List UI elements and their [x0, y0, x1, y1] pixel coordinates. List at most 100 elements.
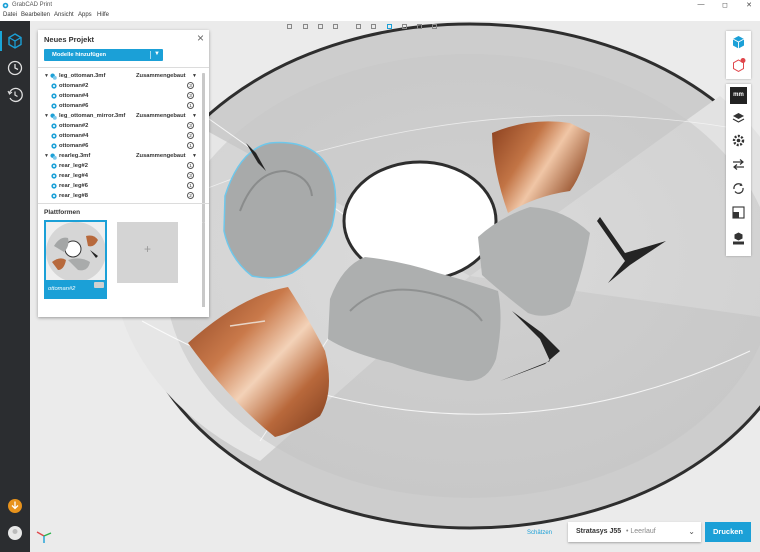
instance-count-badge[interactable]: 1	[187, 162, 194, 169]
tree-item-name: rear_leg#2	[59, 163, 89, 169]
user-avatar-icon[interactable]	[5, 523, 25, 543]
settings-gear-icon[interactable]	[730, 132, 747, 149]
window-title: GrabCAD Print	[12, 2, 53, 8]
instance-count-badge[interactable]: 2	[187, 132, 194, 139]
model-icon	[51, 103, 57, 109]
view-preset-8-icon[interactable]	[402, 24, 407, 29]
layers-icon[interactable]	[730, 110, 747, 127]
tree-item-row[interactable]: rear_leg#2 1	[38, 162, 203, 172]
instance-count-badge[interactable]: 3	[187, 172, 194, 179]
instance-count-badge[interactable]: 3	[187, 82, 194, 89]
tree-item-row[interactable]: rear_leg#6 1	[38, 182, 203, 192]
tree-item-row[interactable]: ottoman#6 1	[38, 142, 203, 152]
view-preset-3-icon[interactable]	[318, 24, 323, 29]
menu-file[interactable]: Datei	[3, 12, 17, 18]
tree-scrollbar[interactable]	[202, 73, 205, 223]
app-logo-icon	[2, 2, 9, 9]
scale-icon[interactable]	[730, 204, 747, 221]
model-icon	[51, 123, 57, 129]
tree-item-row[interactable]: ottoman#2 3	[38, 122, 203, 132]
cube-alert-icon[interactable]	[730, 57, 747, 74]
minimize-button[interactable]: —	[695, 1, 707, 8]
title-bar: GrabCAD Print — ◻ ✕	[0, 0, 760, 11]
button-divider	[150, 51, 151, 59]
active-indicator	[0, 31, 2, 51]
view-preset-1-icon[interactable]	[287, 24, 292, 29]
axes-gizmo-icon	[36, 531, 52, 543]
tree-item-name: ottoman#6	[59, 143, 89, 149]
expand-toggle-icon[interactable]: ▼	[44, 153, 49, 159]
view-preset-6-icon[interactable]	[371, 24, 376, 29]
models-cube-icon[interactable]	[5, 31, 25, 51]
close-window-button[interactable]: ✕	[743, 1, 755, 9]
instance-count-badge[interactable]: 1	[187, 182, 194, 189]
platforms-scrollbar-thumb[interactable]	[202, 223, 205, 307]
tree-item-name: rear_leg#8	[59, 193, 89, 199]
recent-clock-icon[interactable]	[5, 85, 25, 105]
right-toolbar-top	[726, 31, 751, 79]
view-preset-7-icon[interactable]	[387, 24, 392, 29]
download-icon[interactable]	[5, 496, 25, 516]
expand-toggle-icon[interactable]: ▼	[44, 113, 49, 119]
plus-icon: +	[143, 242, 151, 256]
instance-count-badge[interactable]: 2	[187, 192, 194, 199]
units-mm-button[interactable]: mm	[730, 87, 747, 104]
tree-item-row[interactable]: rear_leg#8 2	[38, 192, 203, 202]
tree-item-row[interactable]: ottoman#2 3	[38, 82, 203, 92]
menu-help[interactable]: Hilfe	[97, 12, 109, 18]
project-panel: Neues Projekt × Modelle hinzufügen ▼ ▼ le…	[38, 30, 209, 317]
model-icon	[51, 133, 57, 139]
status-chevron-icon[interactable]: ▼	[192, 73, 197, 79]
model-icon	[51, 93, 57, 99]
view-preset-4-icon[interactable]	[333, 24, 338, 29]
tree-scrollbar-thumb[interactable]	[202, 73, 205, 223]
status-chevron-icon[interactable]: ▼	[192, 153, 197, 159]
tree-item-name: ottoman#4	[59, 93, 89, 99]
view-preset-5-icon[interactable]	[356, 24, 361, 29]
view-preset-2-icon[interactable]	[303, 24, 308, 29]
tree-item-row[interactable]: ottoman#4 3	[38, 92, 203, 102]
move-icon[interactable]	[730, 156, 747, 173]
instance-count-badge[interactable]: 1	[187, 142, 194, 149]
add-platform-button[interactable]: +	[117, 222, 178, 283]
menu-apps[interactable]: Apps	[78, 12, 92, 18]
view-preset-9-icon[interactable]	[417, 24, 422, 29]
tree-item-name: ottoman#4	[59, 133, 89, 139]
printer-select[interactable]: Stratasys J55 • Leerlauf ⌄	[568, 522, 701, 542]
menu-edit[interactable]: Bearbeiten	[21, 12, 50, 18]
rotate-icon[interactable]	[730, 180, 747, 197]
print-button[interactable]: Drucken	[705, 522, 751, 542]
left-sidebar	[0, 21, 30, 552]
instance-count-badge[interactable]: 1	[187, 102, 194, 109]
group-icon	[50, 153, 57, 160]
tree-item-row[interactable]: ottoman#6 1	[38, 102, 203, 112]
estimate-link[interactable]: Schätzen	[527, 530, 552, 536]
app-window: GrabCAD Print — ◻ ✕ Datei Bearbeiten Ans…	[0, 0, 760, 552]
add-models-button[interactable]: Modelle hinzufügen ▼	[44, 49, 163, 61]
panel-close-icon[interactable]: ×	[197, 31, 204, 45]
history-clock-icon[interactable]	[5, 58, 25, 78]
platforms-scrollbar[interactable]	[202, 223, 205, 307]
model-tree: ▼ leg_ottoman.3mf Zusammengebaut ▼ ottoman#2…	[38, 71, 209, 223]
view-preset-10-icon[interactable]	[432, 24, 437, 29]
cube-view-icon[interactable]	[730, 34, 747, 51]
tree-item-row[interactable]: ottoman#4 2	[38, 132, 203, 142]
tree-item-name: rear_leg#4	[59, 173, 89, 179]
tree-item-name: ottoman#2	[59, 83, 89, 89]
status-chevron-icon[interactable]: ▼	[192, 113, 197, 119]
instance-count-badge[interactable]: 3	[187, 92, 194, 99]
tree-item-row[interactable]: rear_leg#4 3	[38, 172, 203, 182]
expand-toggle-icon[interactable]: ▼	[44, 73, 49, 79]
tray-icon[interactable]	[730, 230, 747, 247]
platform-card-selected[interactable]: ottoman#2	[44, 220, 107, 299]
tree-group-row[interactable]: ▼ leg_ottoman.3mf Zusammengebaut ▼	[38, 72, 203, 82]
tree-group-name: leg_ottoman.3mf	[59, 73, 106, 79]
tree-group-row[interactable]: ▼ leg_ottoman_mirror.3mf Zusammengebaut ▼	[38, 112, 203, 122]
assembly-status: Zusammengebaut	[136, 113, 186, 119]
chevron-down-icon[interactable]: ⌄	[688, 527, 695, 536]
instance-count-badge[interactable]: 3	[187, 122, 194, 129]
tree-group-row[interactable]: ▼ rearleg.3mf Zusammengebaut ▼	[38, 152, 203, 162]
menu-view[interactable]: Ansicht	[54, 12, 74, 18]
chevron-down-icon[interactable]: ▼	[154, 51, 160, 57]
maximize-button[interactable]: ◻	[719, 1, 731, 9]
